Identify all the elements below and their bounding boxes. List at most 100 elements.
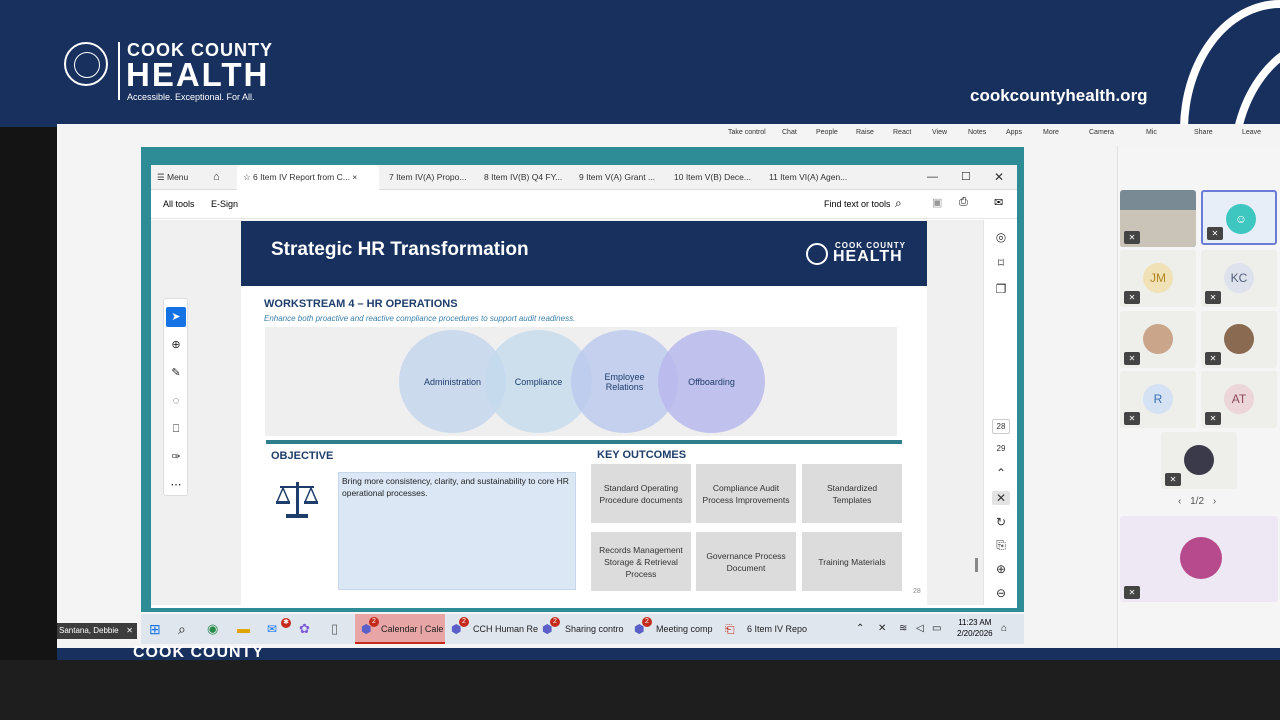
seal-icon [64,42,108,86]
chevron-up-icon[interactable]: ⌃ [992,466,1010,480]
copilot-icon[interactable]: ✿ [299,614,310,644]
chevron-left-icon[interactable]: ‹ [1178,496,1181,507]
tab-active-doc[interactable]: ☆ 6 Item IV Report from C... × [237,165,379,190]
circle-offboarding: Offboarding [658,330,765,433]
outcome-card: Standard Operating Procedure documents [591,464,691,523]
text-select-icon[interactable]: ⎕ [166,419,186,439]
print-icon[interactable]: ⎙ [959,196,968,209]
slide-page-number: 28 [913,588,921,595]
home-icon[interactable]: ⌂ [213,165,229,190]
people-button[interactable]: People [816,129,838,136]
page-number-next[interactable]: 29 [992,444,1010,453]
seal-icon [806,243,828,265]
participant-tile[interactable]: JM ✕ [1120,250,1196,307]
take-control-button[interactable]: Take control [728,129,766,136]
scrollbar-thumb[interactable] [975,558,978,572]
view-button[interactable]: View [932,129,947,136]
tab-doc[interactable]: 7 Item IV(A) Propo... [389,165,477,190]
edge-icon[interactable]: ◉ [207,614,218,644]
tab-doc[interactable]: 11 Item VI(A) Agen... [769,165,859,190]
zoom-out-icon[interactable]: ⊖ [992,586,1010,600]
mic-off-icon: ✕ [1207,227,1223,240]
mic-off-icon: ✕ [1124,231,1140,244]
minimize-icon[interactable]: — [927,165,938,190]
taskbar-app-acrobat[interactable]: 6 Item IV Repo [747,614,811,644]
taskbar-app-sharing[interactable]: Sharing contro [565,614,629,644]
notification-badge: 2 [550,617,560,627]
chevron-up-icon[interactable]: ⌃ [856,614,864,644]
esign-button[interactable]: E-Sign [211,199,238,209]
outlook-icon[interactable]: ✉ [267,614,277,644]
select-cursor-icon[interactable]: ➤ [166,307,186,327]
comment-icon[interactable]: ◎ [992,230,1010,244]
outcome-card: Governance Process Document [696,532,796,591]
gallery-pager[interactable]: ‹ 1/2 › [1178,496,1216,507]
raise-button[interactable]: Raise [856,129,874,136]
more-button[interactable]: More [1043,129,1059,136]
notes-button[interactable]: Notes [968,129,986,136]
bottom-letterbox [0,660,1280,720]
file-explorer-icon[interactable]: ▬ [237,614,250,644]
save-icon[interactable]: ▣ [932,196,942,209]
video-tile-room[interactable]: ✕ [1120,190,1196,247]
copy-icon[interactable]: ❐ [992,282,1010,296]
camera-button[interactable]: Camera [1089,129,1114,136]
apps-button[interactable]: Apps [1006,129,1022,136]
stamp-icon[interactable]: ✑ [166,447,186,467]
participant-tile-large[interactable]: ✕ [1120,516,1278,602]
lasso-icon[interactable]: ◌ [166,391,186,411]
document-icon[interactable]: ▯ [331,614,338,644]
mail-icon[interactable]: ✉ [994,196,1003,209]
battery-icon[interactable]: ▭ [932,614,941,644]
page-icon[interactable]: ⎘ [992,538,1010,553]
close-window-icon[interactable]: ✕ [994,165,1004,190]
chevron-right-icon[interactable]: › [1213,496,1216,507]
share-button[interactable]: Share [1194,129,1213,136]
avatar-photo [1184,445,1214,475]
clock[interactable]: 11:23 AM 2/20/2026 [957,617,993,639]
volume-icon[interactable]: ◁ [916,614,924,644]
wifi-icon[interactable]: ≋ [899,614,907,644]
comment-add-icon[interactable]: ⊕ [166,335,186,355]
react-button[interactable]: React [893,129,911,136]
tab-doc[interactable]: 9 Item V(A) Grant ... [579,165,667,190]
close-icon[interactable]: × [352,172,357,182]
search-icon[interactable]: ⌕ [895,196,902,211]
mic-muted-icon[interactable]: ✕ [878,614,886,644]
search-icon[interactable]: ⌕ [178,614,186,644]
participant-tile[interactable]: ✕ [1161,432,1237,489]
mic-off-icon: ✕ [1205,352,1221,365]
cursor-icon[interactable]: ✕ [992,491,1010,505]
taskbar-label: Calendar | Cale [381,624,444,634]
windows-start-icon[interactable]: ⊞ [149,614,161,644]
participant-tile[interactable]: ✕ [1120,311,1196,368]
tab-doc[interactable]: 10 Item V(B) Dece... [674,165,762,190]
find-button[interactable]: Find text or tools [824,199,891,209]
participant-tile[interactable]: ✕ [1201,311,1277,368]
menu-button[interactable]: ☰ Menu [157,165,207,190]
bookmark-icon[interactable]: ⌑ [992,256,1010,270]
rotate-icon[interactable]: ↻ [992,515,1010,529]
pen-icon[interactable]: ✎ [166,363,186,383]
maximize-icon[interactable]: ☐ [961,165,971,190]
participant-tile[interactable]: KC ✕ [1201,250,1277,307]
right-toolbar: ◎ ⌑ ❐ 28 29 ⌃ ✕ ↻ ⎘ ⊕ ⊖ [983,220,1017,605]
logo-tagline: Accessible. Exceptional. For All. [127,92,255,102]
chat-button[interactable]: Chat [782,129,797,136]
acrobat-tabbar: ☰ Menu ⌂ ☆ 6 Item IV Report from C... × … [151,165,1017,190]
all-tools-button[interactable]: All tools [163,199,195,209]
zoom-in-icon[interactable]: ⊕ [992,562,1010,576]
notification-icon[interactable]: ⌂ [1001,614,1007,644]
leave-button[interactable]: Leave [1242,129,1261,136]
mic-button[interactable]: Mic [1146,129,1157,136]
video-tile-self[interactable]: ☺ ✕ [1201,190,1277,245]
notification-badge: 2 [459,617,469,627]
taskbar-app-teams[interactable]: CCH Human Re [473,614,538,644]
taskbar-app-meeting[interactable]: Meeting comp [656,614,720,644]
page-number-current[interactable]: 28 [992,419,1010,434]
participant-tile[interactable]: AT ✕ [1201,371,1277,428]
workstream-title: WORKSTREAM 4 – HR OPERATIONS [264,298,458,310]
tab-doc[interactable]: 8 Item IV(B) Q4 FY... [484,165,572,190]
more-icon[interactable]: ⋯ [166,475,186,495]
participant-tile[interactable]: R ✕ [1120,371,1196,428]
